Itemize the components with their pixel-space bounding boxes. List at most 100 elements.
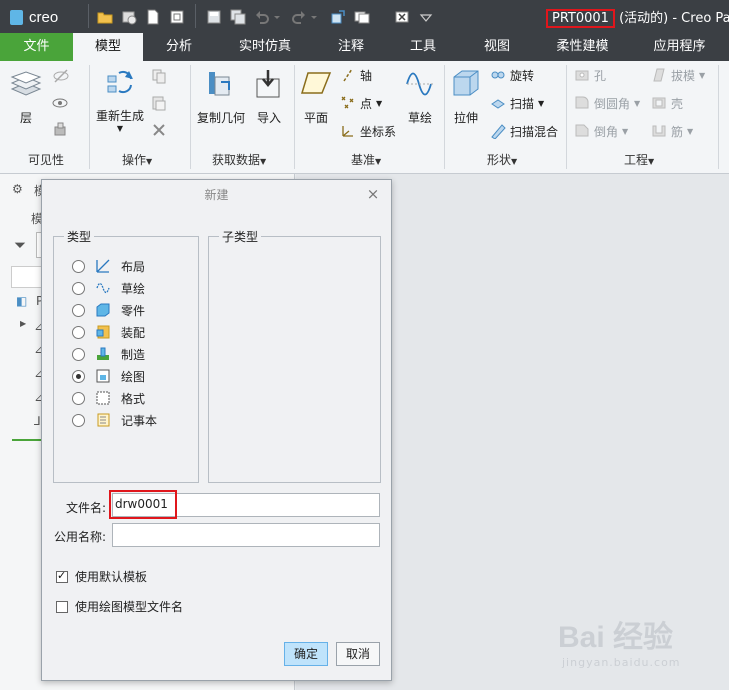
rib-dropdown-icon[interactable]: ▼ [687,127,693,136]
paste-icon[interactable] [150,94,168,112]
status-icon[interactable] [52,121,70,139]
chamfer-dropdown-icon[interactable]: ▼ [622,127,628,136]
subtype-group-label: 子类型 [222,230,259,244]
radio-button[interactable] [72,413,85,427]
type-option-sketch[interactable]: 草绘 [72,279,145,297]
undo-icon[interactable] [253,8,270,25]
draft-icon [653,68,665,82]
type-option-layout[interactable]: 布局 [72,257,145,275]
tree-settings-icon[interactable]: ⚙ [12,182,23,196]
hole-label: 孔 [594,68,607,83]
sketch-button[interactable]: 草绘 [403,69,437,126]
tab-file[interactable]: 文件 [0,33,73,61]
radio-button[interactable] [72,259,85,273]
format-icon [96,391,110,405]
tab-live-simulation[interactable]: 实时仿真 [215,33,315,61]
chamfer-label: 倒角 [594,124,619,139]
tab-view[interactable]: 视图 [459,33,535,61]
customize-toolbar-icon[interactable] [417,8,434,25]
extrude-button[interactable]: 拉伸 [448,67,484,126]
tab-flexible-modeling[interactable]: 柔性建模 [535,33,630,61]
expand-icon[interactable]: ▶ [20,319,26,328]
delete-icon[interactable] [150,121,168,139]
tab-model[interactable]: 模型 [73,33,143,61]
open-file-icon[interactable] [168,8,185,25]
close-icon[interactable]: × [364,185,382,203]
rib-button[interactable]: 筋 ▼ [651,121,693,141]
type-option-notebook[interactable]: 记事本 [72,411,157,429]
hole-icon [575,70,589,81]
redo-icon[interactable] [290,8,307,25]
chamfer-icon [575,124,589,137]
tab-tools[interactable]: 工具 [387,33,459,61]
use-default-template-checkbox[interactable]: 使用默认模板 [56,568,147,585]
group-shapes-label: 形状▼ [487,153,518,167]
use-drawing-model-name-checkbox[interactable]: 使用绘图模型文件名 [56,598,183,615]
swept-blend-button[interactable]: 扫描混合 [490,121,558,141]
type-option-format[interactable]: 格式 [72,389,145,407]
cancel-button[interactable]: 取消 [336,642,380,666]
radio-button[interactable] [72,347,85,361]
group-operations-label: 操作▼ [122,153,153,167]
type-option-manufacturing[interactable]: 制造 [72,345,145,363]
tab-annotate[interactable]: 注释 [315,33,387,61]
rib-label: 筋 [671,124,684,139]
copy-geometry-button[interactable]: 复制几何 [193,69,249,126]
undo-dropdown-icon[interactable] [272,8,282,25]
axis-button[interactable]: 轴 [340,65,372,85]
round-button[interactable]: 倒圆角 ▼ [574,93,640,113]
csys-button[interactable]: 坐标系 [340,121,396,141]
show-icon[interactable] [52,94,70,112]
draft-button[interactable]: 拔模 ▼ [651,65,705,85]
save-icon[interactable] [205,8,222,25]
filename-input[interactable]: drw0001 [109,490,177,519]
type-option-label: 装配 [121,325,146,340]
hole-button[interactable]: 孔 [574,65,606,85]
save-copy-icon[interactable] [229,8,246,25]
type-option-drawing[interactable]: 绘图 [72,367,145,385]
open-folder-icon[interactable] [96,8,113,25]
close-window-icon[interactable] [393,8,410,25]
round-dropdown-icon[interactable]: ▼ [634,99,640,108]
shell-button[interactable]: 壳 [651,93,683,113]
chamfer-button[interactable]: 倒角 ▼ [574,121,628,141]
type-option-assembly[interactable]: 装配 [72,323,145,341]
windows-icon[interactable] [353,8,370,25]
ok-button[interactable]: 确定 [284,642,328,666]
point-button[interactable]: 点 ▼ [340,93,382,113]
plane-button[interactable]: 平面 [298,69,334,126]
swept-blend-label: 扫描混合 [510,124,559,139]
copy-icon[interactable] [150,67,168,85]
redo-dropdown-icon[interactable] [309,8,319,25]
rib-icon [652,125,666,137]
window-title: PRT0001 (活动的) - Creo Pa [546,7,729,28]
import-button[interactable]: 导入 [252,69,286,126]
hide-icon[interactable] [52,67,70,85]
checkbox-checked[interactable] [56,569,68,583]
regenerate-button[interactable]: 重新生成 ▼ [92,67,148,133]
radio-button[interactable] [72,325,85,339]
filter-icon[interactable]: ⏷ [14,236,26,254]
radio-button[interactable] [72,391,85,405]
tab-analysis[interactable]: 分析 [143,33,215,61]
regenerate-quick-icon[interactable] [329,8,346,25]
round-icon [575,96,589,109]
group-datum-text: 基准 [351,153,376,167]
radio-button-selected[interactable] [72,369,85,383]
revolve-button[interactable]: 旋转 [490,65,534,85]
layer-button[interactable]: 层 [8,71,44,126]
sweep-dropdown-icon[interactable]: ▼ [538,99,544,108]
open-session-icon[interactable] [120,8,137,25]
radio-button[interactable] [72,281,85,295]
radio-button[interactable] [72,303,85,317]
point-dropdown-icon[interactable]: ▼ [376,99,382,108]
sweep-button[interactable]: 扫描 ▼ [490,93,544,113]
regenerate-dropdown-icon[interactable]: ▼ [92,124,148,133]
draft-dropdown-icon[interactable]: ▼ [699,71,705,80]
type-option-part[interactable]: 零件 [72,301,145,319]
checkbox[interactable] [56,600,68,613]
new-dialog: 新建 × 类型 子类型 布局 草绘 零件 装配 制造 绘图 格式 记事本 文件名… [41,179,392,681]
new-file-icon[interactable] [144,8,161,25]
tab-applications[interactable]: 应用程序 [630,33,729,61]
common-name-input[interactable] [112,523,380,547]
